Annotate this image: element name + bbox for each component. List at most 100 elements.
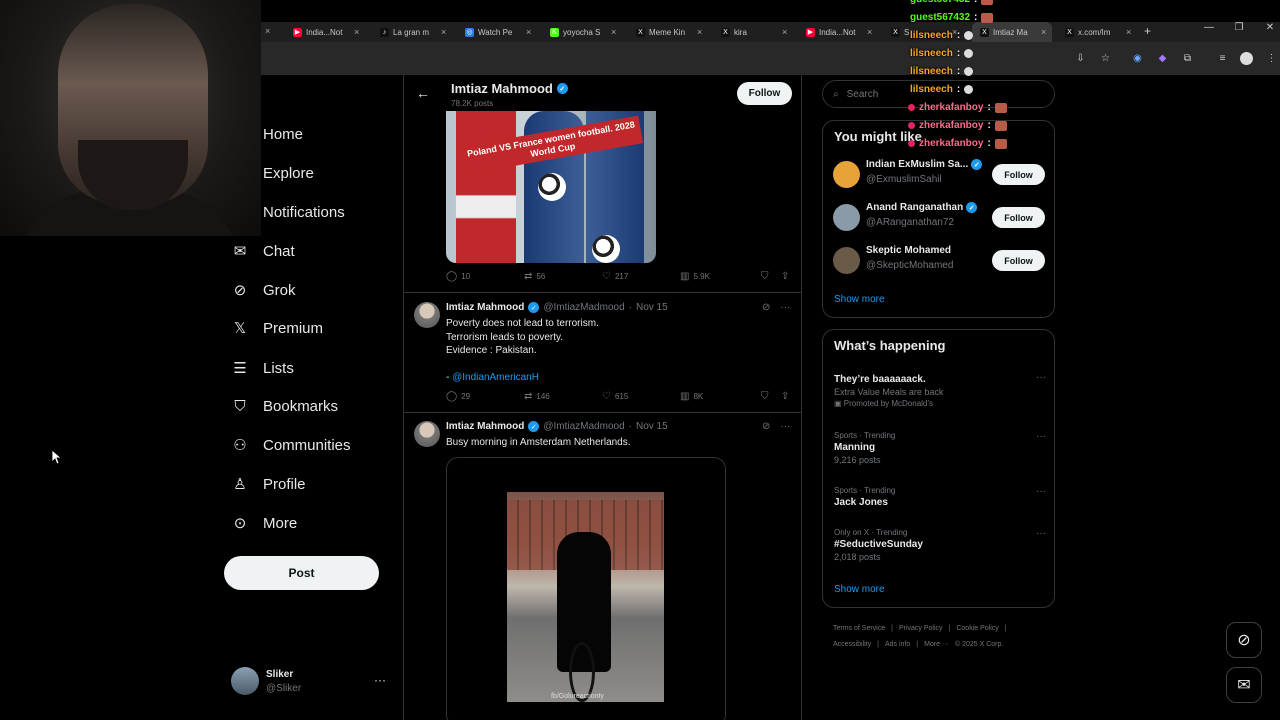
nav-item-communities[interactable]: ⚇ Communities (231, 432, 350, 458)
reply-icon: ◯ (446, 391, 458, 402)
browser-menu-icon[interactable]: ⋮ (1265, 52, 1278, 65)
nav-item-home[interactable]: Home (263, 121, 303, 147)
tab-close-icon[interactable]: × (611, 27, 616, 37)
tab-close-icon[interactable]: × (782, 27, 787, 37)
tab-close-icon[interactable]: × (526, 27, 531, 37)
like-button[interactable]: ♡ 217 (602, 271, 628, 282)
repost-button[interactable]: ⇄ 146 (524, 391, 550, 402)
show-more-link[interactable]: Show more (834, 294, 885, 305)
grok-icon[interactable]: ⊘ (762, 421, 770, 432)
views-button[interactable]: ▥ 8K (680, 391, 703, 402)
nav-item-notifications[interactable]: Notifications (263, 199, 345, 225)
footer-link[interactable]: Accessibility (833, 641, 871, 648)
bookmark-button[interactable]: ⛉ (761, 271, 769, 282)
tab-close-icon[interactable]: × (867, 27, 872, 37)
suggested-account[interactable]: Skeptic Mohamed @SkepticMohamed Follow (833, 245, 1045, 279)
more-icon[interactable]: ··· (780, 421, 790, 432)
views-button[interactable]: ▥ 5.9K (680, 271, 710, 282)
tab-close-icon[interactable]: × (1041, 27, 1046, 37)
browser-tab[interactable]: X Imtiaz Ma × (972, 22, 1052, 42)
tweet-author-name[interactable]: Imtiaz Mahmood (446, 421, 524, 432)
footer-link[interactable]: Cookie Policy (956, 625, 998, 632)
footer-link[interactable]: © 2025 X Corp. (955, 641, 1003, 648)
tab-close-icon[interactable]: × (441, 27, 446, 37)
browser-tab[interactable]: Xx.com/Im × (1057, 22, 1141, 42)
trend-item[interactable]: Only on X · Trending #SeductiveSunday 2,… (834, 528, 1046, 562)
follow-button[interactable]: Follow (992, 164, 1045, 185)
like-button[interactable]: ♡ 615 (602, 391, 628, 402)
share-button[interactable]: ⇪ (781, 271, 789, 282)
grok-icon[interactable]: ⊘ (762, 302, 770, 313)
profile-avatar-icon[interactable] (1240, 52, 1253, 65)
grok-fab-icon[interactable]: ⊘ (1226, 622, 1262, 658)
extensions-icon[interactable]: ⧉ (1181, 52, 1194, 65)
window-close-icon[interactable]: ✕ (1263, 22, 1277, 33)
share-button[interactable]: ⇪ (781, 391, 789, 402)
tab-close-icon[interactable]: × (354, 27, 359, 37)
trend-item-promoted[interactable]: They’re baaaaaack. Extra Value Meals are… (834, 372, 1046, 408)
follow-button[interactable]: Follow (992, 207, 1045, 228)
footer-link[interactable]: More ··· (924, 641, 949, 648)
more-icon[interactable]: ··· (1036, 486, 1046, 497)
browser-tab[interactable]: ▶ India...Not × (285, 22, 369, 42)
tweet-author-name[interactable]: Imtiaz Mahmood (446, 302, 524, 313)
new-tab-button[interactable]: + (1144, 24, 1151, 38)
more-icon[interactable]: ··· (1036, 431, 1046, 442)
reading-list-icon[interactable]: ≡ (1216, 52, 1229, 65)
follow-button[interactable]: Follow (992, 250, 1045, 271)
nav-item-grok[interactable]: ⊘ Grok (231, 277, 296, 303)
browser-tab[interactable]: X Meme Kin × (628, 22, 712, 42)
star-icon[interactable]: ☆ (1099, 52, 1112, 65)
tab-close-icon[interactable]: × (1126, 27, 1131, 37)
nav-item-chat[interactable]: ✉ Chat (231, 238, 295, 264)
footer-link[interactable]: Terms of Service (833, 625, 885, 632)
more-icon[interactable]: ··· (1036, 372, 1046, 383)
reply-button[interactable]: ◯ 10 (446, 271, 470, 282)
bookmark-button[interactable]: ⛉ (761, 391, 769, 402)
nav-item-premium[interactable]: 𝕏 Premium (231, 315, 323, 341)
trend-item[interactable]: Sports · Trending Jack Jones ··· (834, 486, 1046, 508)
tweet-date[interactable]: Nov 15 (636, 302, 668, 313)
tweet-media-image[interactable]: Poland VS France women football. 2028 Wo… (446, 111, 656, 263)
show-more-link[interactable]: Show more (834, 584, 885, 595)
install-app-icon[interactable]: ⇩ (1074, 52, 1087, 65)
suggested-account[interactable]: Indian ExMuslim Sa... ✓ @ExmuslimSahil Foll… (833, 159, 1045, 193)
trend-item[interactable]: Sports · Trending Manning 9,216 posts ··… (834, 431, 1046, 465)
tweet-media-image[interactable]: fb/Golureactionty (507, 492, 664, 702)
minimize-icon[interactable]: — (1202, 22, 1216, 33)
nav-item-more[interactable]: ⊙ More (231, 510, 297, 536)
browser-tab[interactable]: Xkira × (713, 22, 797, 42)
nav-item-explore[interactable]: Explore (263, 160, 314, 186)
tab-close-first[interactable]: × (265, 26, 270, 36)
avatar[interactable] (414, 302, 440, 328)
follow-button[interactable]: Follow (737, 82, 792, 105)
account-switcher[interactable]: Sliker @Sliker ··· (231, 667, 391, 697)
footer-link[interactable]: Privacy Policy (899, 625, 943, 632)
back-arrow-icon[interactable]: ← (416, 85, 430, 101)
shield-extension-icon[interactable]: ◆ (1156, 52, 1169, 65)
messages-fab-icon[interactable]: ✉ (1226, 667, 1262, 703)
suggested-account[interactable]: Anand Ranganathan ✓ @ARanganathan72 Follow (833, 202, 1045, 236)
tweet-date[interactable]: Nov 15 (636, 421, 668, 432)
nav-item-profile[interactable]: ♙ Profile (231, 471, 305, 497)
browser-tab[interactable]: ◎ Watch Pe × (457, 22, 541, 42)
repost-button[interactable]: ⇄ 56 (524, 271, 545, 282)
more-icon[interactable]: ··· (1036, 528, 1046, 539)
audio-extension-icon[interactable]: ◉ (1131, 52, 1144, 65)
account-more-icon[interactable]: ··· (374, 673, 386, 687)
tweet-author-handle[interactable]: @ImtiazMadmood (543, 421, 624, 432)
browser-tab[interactable]: Kyoyocha S × (542, 22, 626, 42)
browser-tab[interactable]: ▶ India...Not × (798, 22, 882, 42)
more-icon[interactable]: ··· (780, 302, 790, 313)
restore-icon[interactable]: ❐ (1232, 22, 1246, 33)
footer-link[interactable]: Ads info (885, 641, 910, 648)
reply-button[interactable]: ◯ 29 (446, 391, 470, 402)
tab-close-icon[interactable]: × (697, 27, 702, 37)
nav-item-lists[interactable]: ☰ Lists (231, 355, 294, 381)
mention-link[interactable]: @IndianAmericanH (452, 372, 539, 383)
avatar[interactable] (414, 421, 440, 447)
post-button[interactable]: Post (224, 556, 379, 590)
nav-item-bookmarks[interactable]: ⛉ Bookmarks (231, 393, 338, 419)
browser-tab[interactable]: ♪ La gran m × (372, 22, 456, 42)
tweet-author-handle[interactable]: @ImtiazMadmood (543, 302, 624, 313)
